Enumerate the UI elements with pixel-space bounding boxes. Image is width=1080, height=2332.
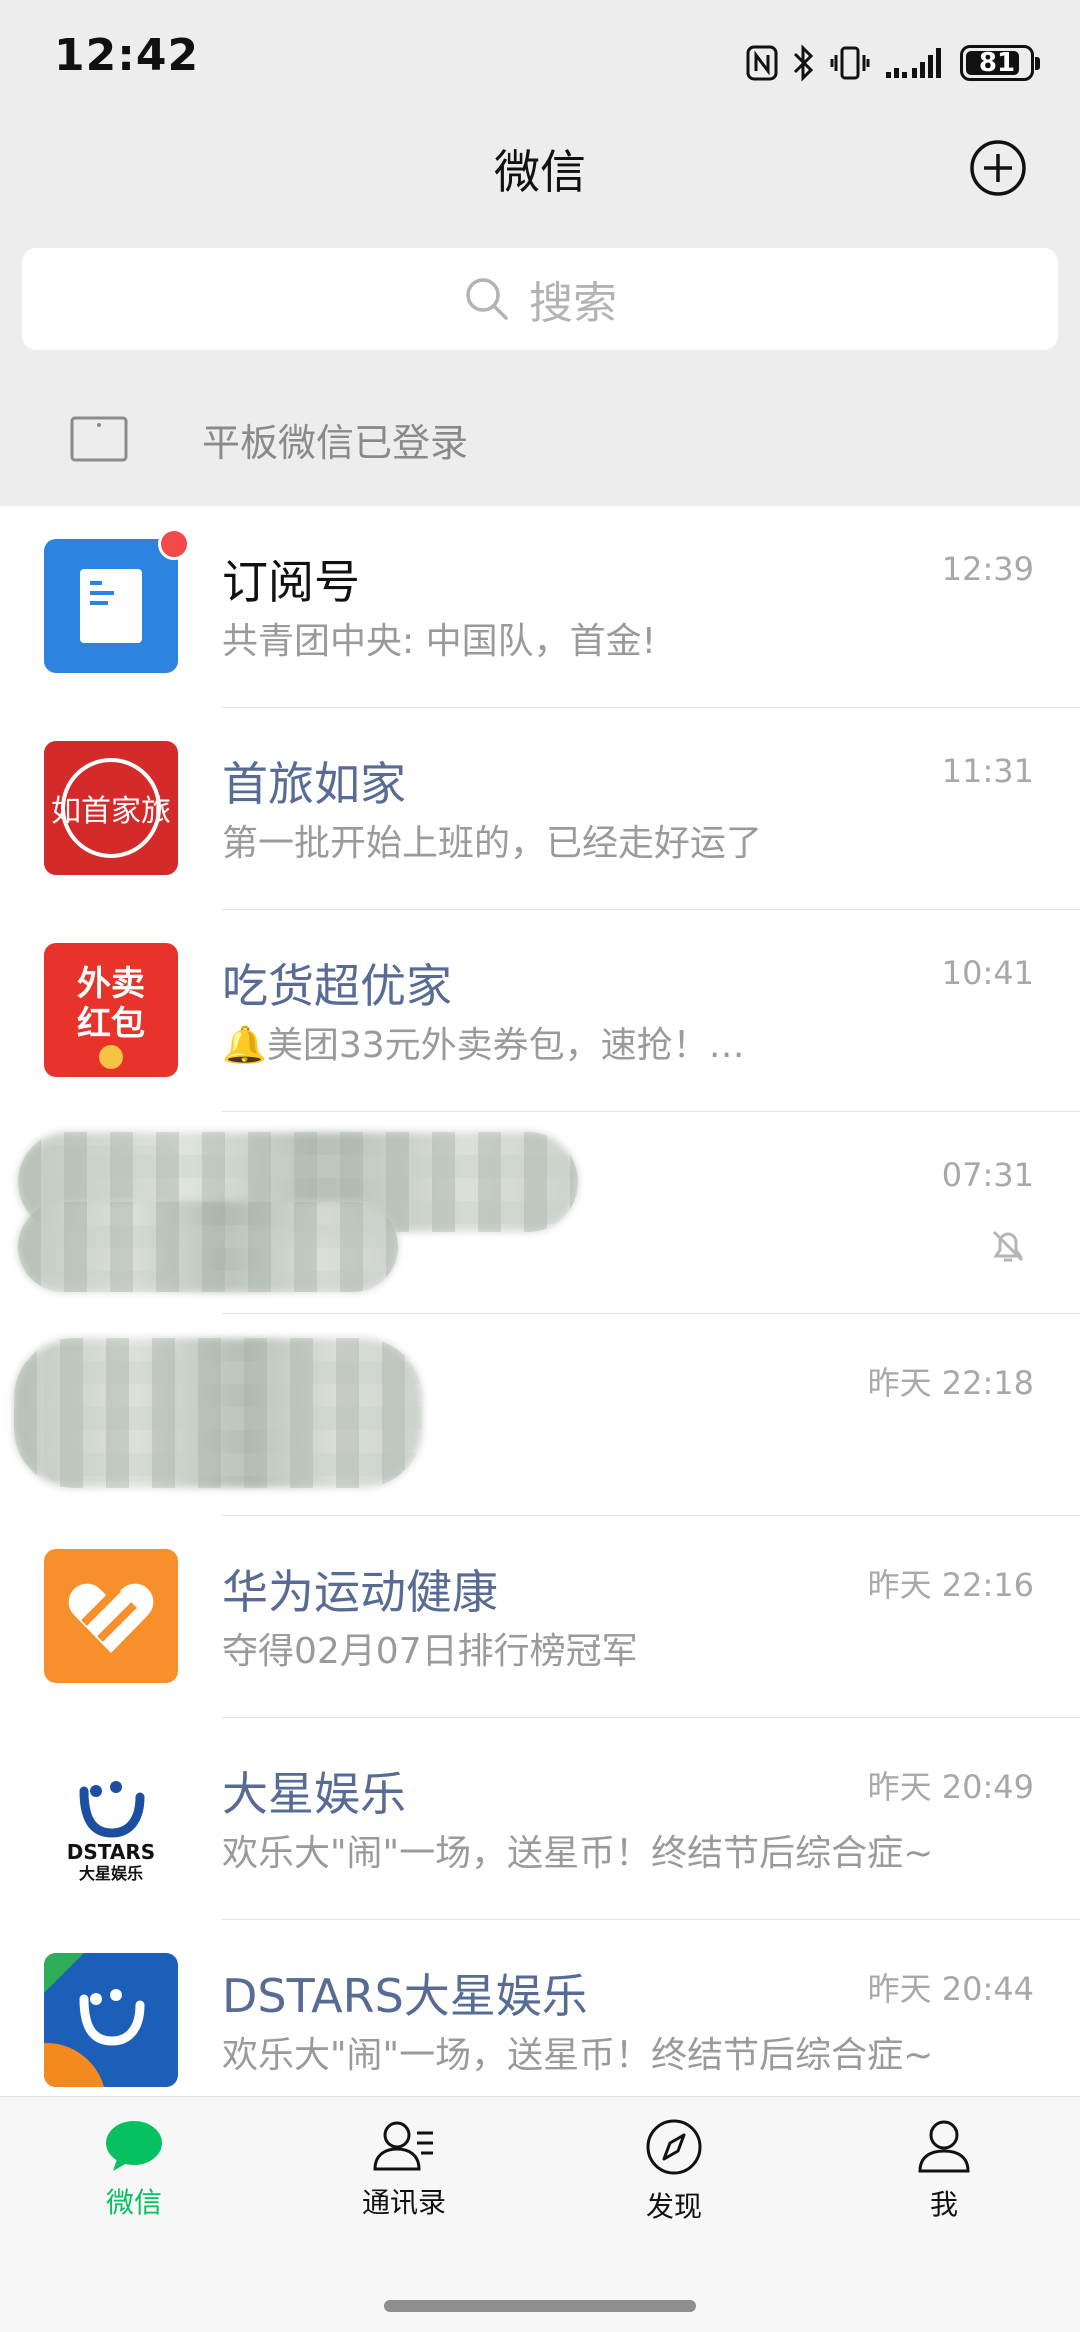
tab-bar: 微信 通讯录 发现 我: [0, 2096, 1080, 2332]
dstars-logo: DSTARS 大星娱乐: [67, 1781, 155, 1883]
shoulurujia-logo: 如首家旅: [51, 758, 171, 858]
shoulurujia-logo-text: 如首家旅: [51, 794, 171, 829]
tab-label: 发现: [645, 2190, 702, 2223]
battery-level: 81: [978, 48, 1016, 78]
home-indicator[interactable]: [384, 2300, 696, 2312]
tablet-login-text: 平板微信已登录: [202, 421, 469, 465]
waimai-line1: 外卖: [77, 964, 145, 1004]
huawei-health-logo: [68, 1583, 154, 1653]
chat-name: 华为运动健康: [222, 1565, 498, 1619]
dstars-avatar: [44, 1953, 178, 2087]
compass-icon: [646, 2119, 702, 2175]
tab-discover[interactable]: 发现: [584, 2117, 764, 2225]
chat-time: 11:31: [941, 752, 1034, 790]
dstars-logo-line1: DSTARS: [67, 1840, 155, 1864]
waimai-redpacket-logo: 外卖 红包: [77, 964, 145, 1069]
tablet-icon: [70, 416, 128, 462]
waimai-line2: 红包: [77, 1004, 145, 1044]
tab-label: 通讯录: [361, 2186, 446, 2219]
add-button[interactable]: [968, 138, 1028, 198]
tab-chats[interactable]: 微信: [44, 2117, 224, 2221]
search-placeholder: 搜索: [529, 278, 617, 329]
search-icon: [466, 278, 508, 320]
chat-item-shoulurujia[interactable]: 如首家旅 首旅如家 第一批开始上班的，已经走好运了 11:31: [0, 708, 1080, 910]
search-bar[interactable]: 搜索: [22, 248, 1058, 350]
chat-time: 07:31: [941, 1156, 1034, 1194]
privacy-mosaic: [18, 1202, 398, 1292]
chat-name: 首旅如家: [222, 757, 406, 811]
chat-item-chihuo[interactable]: 外卖 红包 吃货超优家 🔔美团33元外卖券包，速抢！… 10:41: [0, 910, 1080, 1112]
chat-list: 订阅号 共青团中央: 中国队，首金! 12:39 如首家旅 首旅如家 第一批开始…: [0, 506, 1080, 2096]
contacts-icon: [373, 2121, 433, 2171]
chat-preview: 欢乐大"闹"一场，送星币！终结节后综合症~: [222, 1833, 934, 1874]
bluetooth-icon: [793, 44, 814, 82]
chat-time: 昨天 22:18: [867, 1364, 1034, 1402]
chat-bubble-icon: [106, 2121, 162, 2171]
signal-icon: [886, 48, 941, 78]
tablet-login-notice[interactable]: 平板微信已登录: [0, 372, 1080, 504]
subscriptions-avatar: [44, 539, 178, 673]
chat-time: 昨天 22:16: [867, 1566, 1034, 1604]
chat-item-daxing[interactable]: DSTARS 大星娱乐 大星娱乐 欢乐大"闹"一场，送星币！终结节后综合症~ 昨…: [0, 1718, 1080, 1920]
chat-item-obscured[interactable]: 07:31: [0, 1112, 1080, 1314]
tab-label: 我: [929, 2188, 958, 2221]
unread-dot: [158, 528, 190, 560]
status-icons: 81: [746, 40, 1040, 86]
page-title: 微信: [494, 145, 586, 199]
chat-preview: 🔔美团33元外卖券包，速抢！…: [222, 1025, 745, 1066]
dstars-logo-line2: 大星娱乐: [79, 1864, 143, 1883]
tab-me[interactable]: 我: [854, 2117, 1034, 2223]
chat-preview: 共青团中央: 中国队，首金!: [222, 621, 657, 662]
privacy-mosaic: [14, 1338, 422, 1488]
chat-time: 昨天 20:49: [867, 1768, 1034, 1806]
chat-time: 昨天 20:44: [867, 1970, 1034, 2008]
chat-item-huawei-health[interactable]: 华为运动健康 夺得02月07日排行榜冠军 昨天 22:16: [0, 1516, 1080, 1718]
chat-preview: 欢乐大"闹"一场，送星币！终结节后综合症~: [222, 2035, 934, 2076]
subscription-doc-icon: [80, 569, 142, 643]
chat-item-dstars[interactable]: DSTARS大星娱乐 欢乐大"闹"一场，送星币！终结节后综合症~ 昨天 20:4…: [0, 1920, 1080, 2096]
chat-name: 大星娱乐: [222, 1767, 406, 1821]
chat-time: 10:41: [941, 954, 1034, 992]
chat-preview: 夺得02月07日排行榜冠军: [222, 1631, 638, 1672]
person-icon: [918, 2120, 970, 2173]
nfc-icon: [746, 45, 778, 81]
chat-name: 订阅号: [222, 555, 360, 609]
chat-item-subscriptions[interactable]: 订阅号 共青团中央: 中国队，首金! 12:39: [0, 506, 1080, 708]
status-bar: 12:42 81: [0, 0, 1080, 120]
daxing-avatar: DSTARS 大星娱乐: [44, 1751, 178, 1885]
chat-time: 12:39: [941, 550, 1034, 588]
status-time: 12:42: [54, 30, 200, 81]
chat-item-obscured[interactable]: 昨天 22:18: [0, 1314, 1080, 1516]
tab-label: 微信: [105, 2186, 162, 2219]
tab-contacts[interactable]: 通讯录: [314, 2117, 494, 2221]
vibrate-icon: [830, 46, 870, 80]
chat-name: DSTARS大星娱乐: [222, 1969, 588, 2023]
battery-icon: 81: [960, 45, 1040, 81]
chat-name: 吃货超优家: [222, 959, 452, 1013]
chihuo-avatar: 外卖 红包: [44, 943, 178, 1077]
chat-preview: 第一批开始上班的，已经走好运了: [222, 823, 763, 864]
shoulurujia-avatar: 如首家旅: [44, 741, 178, 875]
muted-bell-icon: [992, 1230, 1024, 1262]
dstars-colorful-logo: [44, 1953, 145, 2087]
huawei-health-avatar: [44, 1549, 178, 1683]
